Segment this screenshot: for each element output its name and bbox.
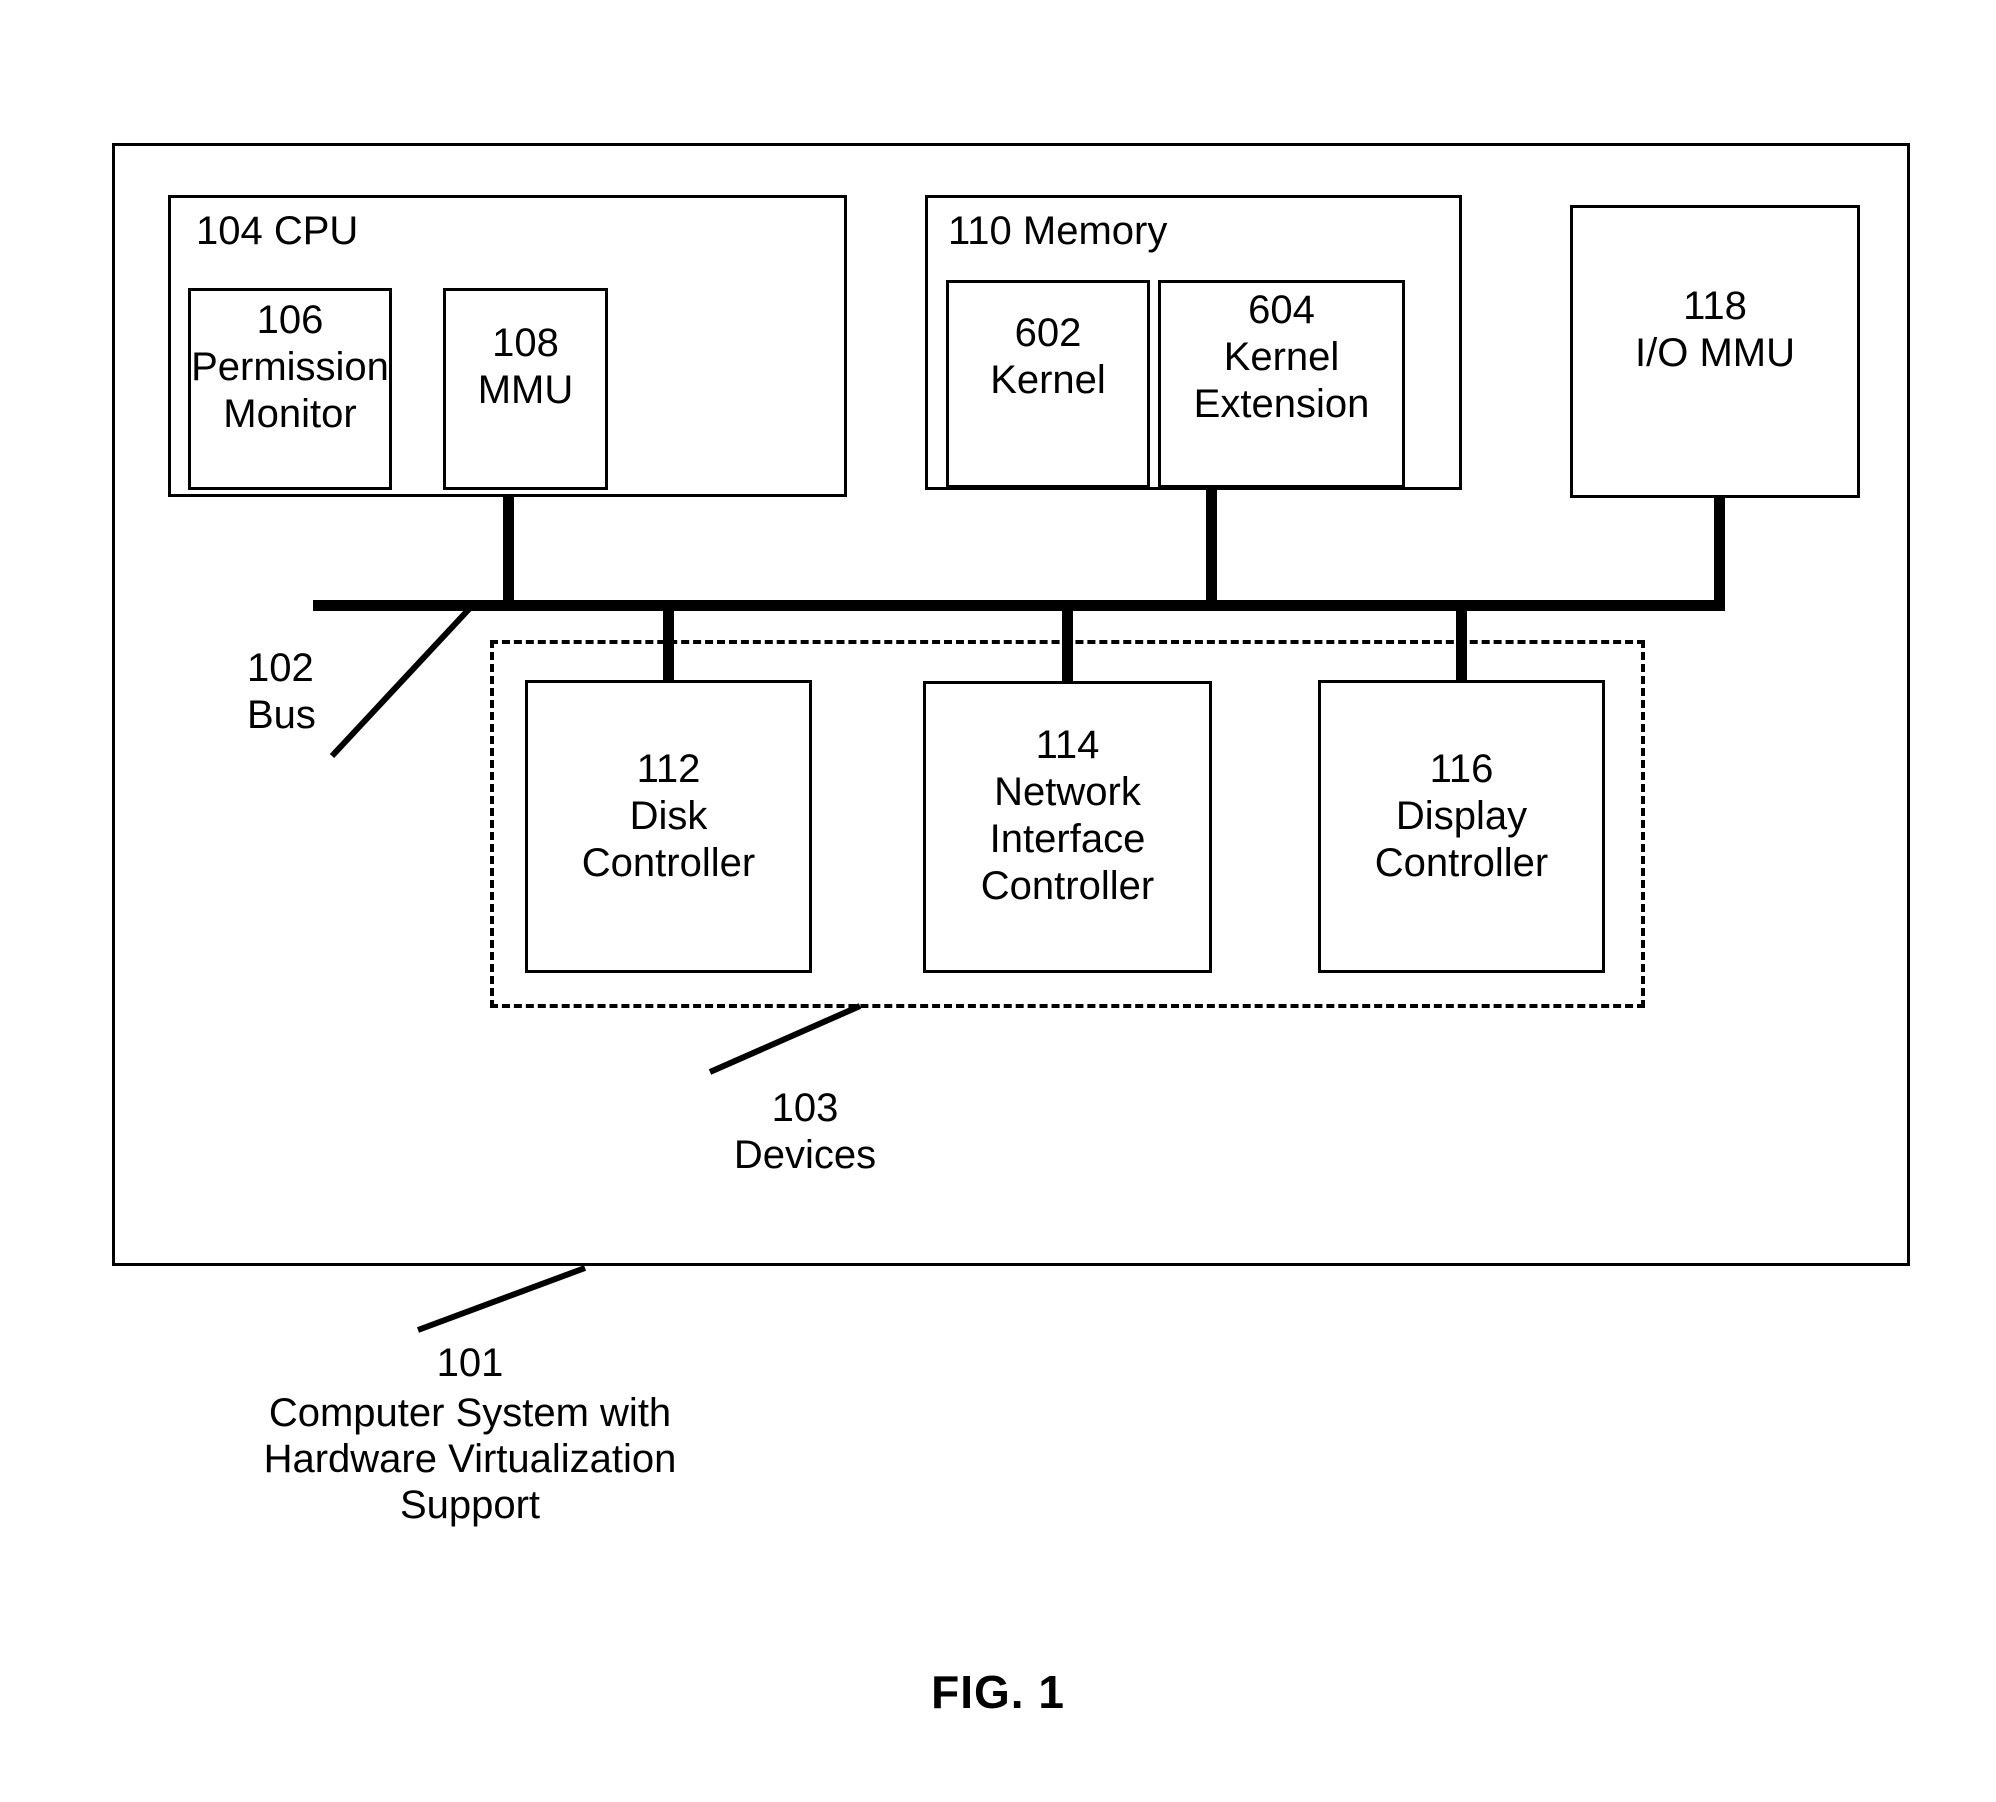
- system-name-label: Computer System with Hardware Virtualiza…: [263, 1391, 677, 1527]
- network-controller-label: Network Interface Controller: [980, 770, 1155, 908]
- kernel-extension-ref: 604: [1248, 288, 1315, 332]
- devices-name-label: Devices: [733, 1133, 877, 1177]
- bus-ref-label: 102: [247, 646, 314, 690]
- mmu-label: MMU: [477, 368, 574, 412]
- io-mmu-ref: 118: [1683, 284, 1747, 328]
- display-controller-label: Display Controller: [1374, 794, 1549, 885]
- cpu-header-label: 104 CPU: [196, 209, 359, 253]
- display-controller-ref: 116: [1429, 747, 1494, 791]
- figure-caption: FIG. 1: [931, 1666, 1065, 1718]
- io-mmu-label: I/O MMU: [1635, 331, 1795, 375]
- system-ref-label: 101: [436, 1341, 504, 1385]
- mmu-ref: 108: [492, 321, 559, 365]
- kernel-extension-label: Kernel Extension: [1193, 335, 1370, 426]
- memory-bus-connector: [1206, 487, 1217, 606]
- figure-canvas: 104 CPU 106 Permission Monitor 108 MMU 1…: [0, 0, 1996, 1802]
- bus-line: [313, 600, 1725, 611]
- disk-controller-ref: 112: [636, 747, 701, 791]
- bus-name-label: Bus: [247, 693, 316, 737]
- io-mmu-bus-connector: [1714, 495, 1725, 606]
- disk-controller-label: Disk Controller: [581, 794, 756, 885]
- permission-monitor-label: Permission Monitor: [191, 345, 389, 436]
- kernel-ref: 602: [1014, 311, 1082, 355]
- kernel-label: Kernel: [990, 358, 1106, 402]
- devices-ref-label: 103: [771, 1086, 839, 1130]
- network-controller-ref: 114: [1035, 723, 1100, 767]
- cpu-bus-connector: [503, 494, 514, 606]
- permission-monitor-ref: 106: [256, 298, 324, 342]
- memory-header-label: 110 Memory: [948, 209, 1168, 253]
